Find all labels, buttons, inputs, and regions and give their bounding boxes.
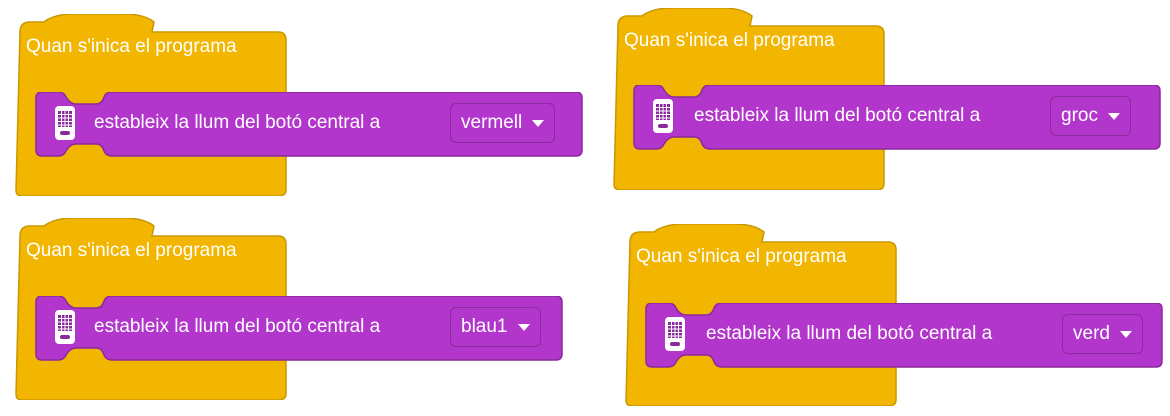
event-script-1[interactable]: Quan s'inica el programa estableix la ll… xyxy=(14,14,584,196)
set-center-button-light-block[interactable]: estableix la llum del botó central a gro… xyxy=(632,85,1162,151)
event-script-3[interactable]: Quan s'inica el programa estableix la ll… xyxy=(14,218,564,400)
command-label: estableix la llum del botó central a xyxy=(694,105,981,126)
hub-icon xyxy=(653,99,673,133)
dropdown-value: vermell xyxy=(461,112,523,133)
chevron-down-icon xyxy=(532,119,545,127)
event-script-2[interactable]: Quan s'inica el programa estableix la ll… xyxy=(612,8,1162,190)
hub-icon xyxy=(665,317,685,351)
dropdown-value: blau1 xyxy=(461,316,508,337)
chevron-down-icon xyxy=(1107,112,1120,120)
command-label: estableix la llum del botó central a xyxy=(706,323,993,344)
chevron-down-icon xyxy=(517,323,530,331)
hat-block-label: Quan s'inica el programa xyxy=(26,36,237,57)
command-label: estableix la llum del botó central a xyxy=(94,112,381,133)
hub-icon xyxy=(55,310,75,344)
hat-block-label: Quan s'inica el programa xyxy=(624,30,835,51)
dropdown-value: groc xyxy=(1061,105,1098,126)
hat-block-label: Quan s'inica el programa xyxy=(636,246,847,267)
set-center-button-light-block[interactable]: estableix la llum del botó central a ver… xyxy=(644,303,1164,369)
set-center-button-light-block[interactable]: estableix la llum del botó central a ver… xyxy=(34,92,584,158)
light-color-dropdown[interactable]: vermell xyxy=(450,103,556,143)
chevron-down-icon xyxy=(1119,330,1132,338)
set-center-button-light-block[interactable]: estableix la llum del botó central a bla… xyxy=(34,296,564,362)
light-color-dropdown[interactable]: verd xyxy=(1062,314,1143,354)
dropdown-value: verd xyxy=(1073,323,1110,344)
hat-block-label: Quan s'inica el programa xyxy=(26,240,237,261)
light-color-dropdown[interactable]: blau1 xyxy=(450,307,541,347)
hub-icon xyxy=(55,106,75,140)
light-color-dropdown[interactable]: groc xyxy=(1050,96,1131,136)
command-label: estableix la llum del botó central a xyxy=(94,316,381,337)
event-script-4[interactable]: Quan s'inica el programa estableix la ll… xyxy=(624,224,1164,406)
